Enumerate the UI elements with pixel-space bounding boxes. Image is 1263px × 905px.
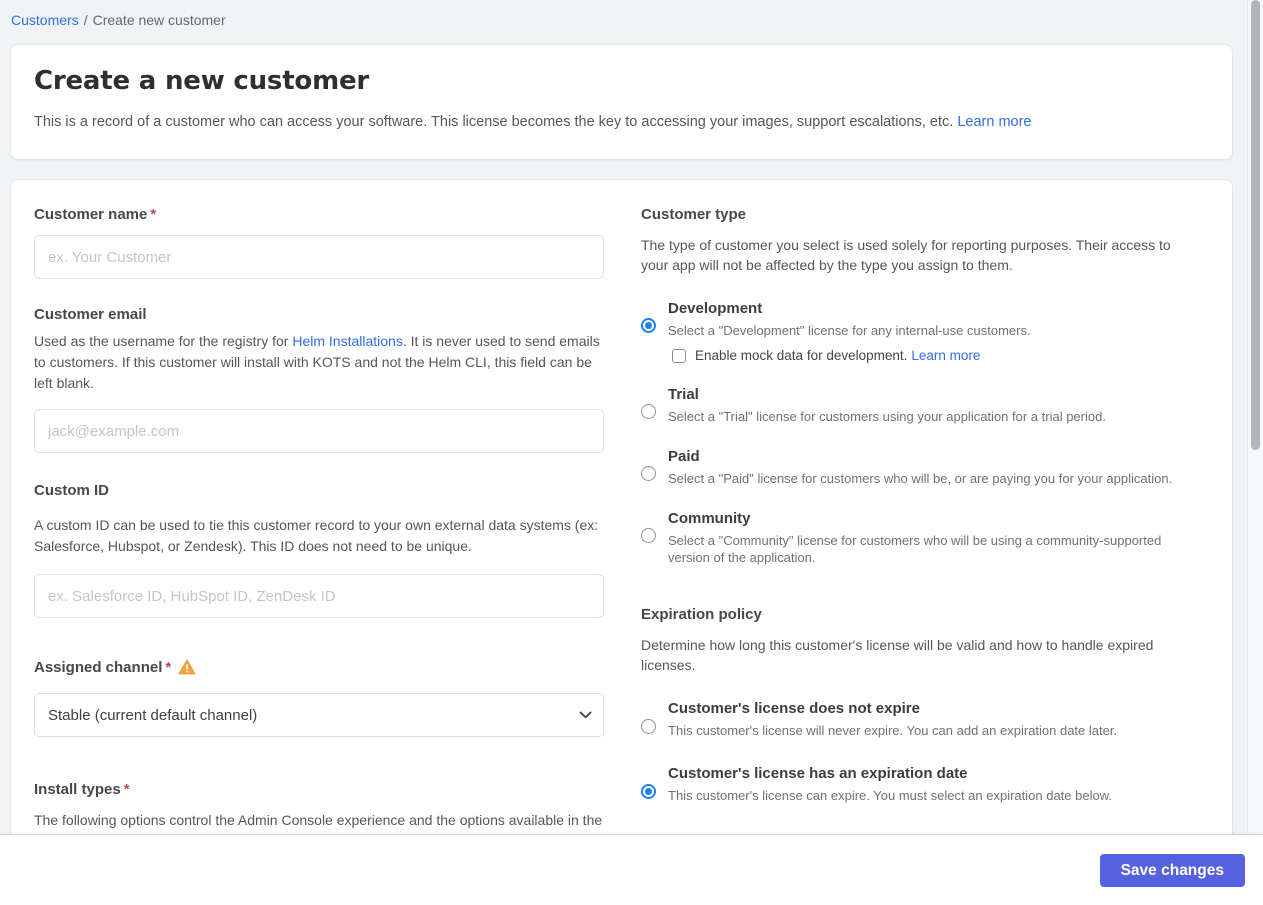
option-title: Trial (668, 386, 699, 403)
assigned-channel-label: Assigned channel (34, 659, 163, 676)
breadcrumb-link-customers[interactable]: Customers (11, 12, 79, 28)
mock-data-checkbox-label: Enable mock data for development. Learn m… (695, 348, 981, 363)
create-customer-form-card: Customer name* Customer email Used as th… (10, 179, 1233, 879)
option-description: This customer's license will never expir… (668, 723, 1118, 738)
custom-id-label: Custom ID (34, 482, 109, 499)
customer-type-option-trial: Trial Select a "Trial" license for custo… (641, 386, 1197, 425)
customer-email-description: Used as the username for the registry fo… (34, 333, 600, 391)
install-types-required-asterisk: * (123, 781, 130, 798)
breadcrumb: Customers / Create new customer (11, 12, 1233, 28)
option-description: Select a "Paid" license for customers wh… (668, 471, 1173, 486)
mock-data-checkbox-row: Enable mock data for development. Learn m… (672, 348, 1197, 363)
customer-type-label: Customer type (641, 206, 747, 223)
form-left-column: Customer name* Customer email Used as th… (34, 206, 604, 852)
customer-type-option-paid: Paid Select a "Paid" license for custome… (641, 448, 1197, 487)
option-description: Select a "Development" license for any i… (668, 323, 1031, 338)
breadcrumb-current: Create new customer (92, 12, 226, 28)
mock-data-checkbox[interactable] (672, 348, 686, 363)
option-description: Select a "Trial" license for customers u… (668, 409, 1106, 424)
customer-type-option-community: Community Select a "Community" license f… (641, 510, 1197, 566)
page-description: This is a record of a customer who can a… (34, 112, 1208, 132)
header-learn-more-link[interactable]: Learn more (957, 114, 1031, 130)
option-description: This customer's license can expire. You … (668, 788, 1112, 803)
option-title: Customer's license does not expire (668, 700, 920, 717)
customer-name-required-asterisk: * (150, 206, 157, 223)
customer-name-input[interactable] (34, 235, 604, 279)
radio-trial[interactable] (641, 404, 656, 419)
page: Customers / Create new customer Create a n… (0, 0, 1263, 879)
page-description-text: This is a record of a customer who can a… (34, 114, 954, 130)
expiration-option-no-expire: Customer's license does not expire This … (641, 700, 1197, 739)
radio-development[interactable] (641, 318, 656, 333)
option-title: Community (668, 510, 751, 527)
expiration-policy-label: Expiration policy (641, 606, 762, 623)
page-scrollbar-thumb[interactable] (1251, 0, 1260, 450)
helm-installations-link[interactable]: Helm Installations (292, 333, 403, 349)
expiration-option-has-expiration: Customer's license has an expiration dat… (641, 765, 1197, 804)
assigned-channel-select[interactable]: Stable (current default channel) (34, 693, 604, 737)
footer-action-bar: Save changes (0, 834, 1263, 905)
customer-email-label: Customer email (34, 306, 147, 323)
customer-name-label: Customer name (34, 206, 148, 223)
radio-license-has-expiration-date[interactable] (641, 784, 656, 799)
assigned-channel-required-asterisk: * (165, 659, 172, 676)
page-header-card: Create a new customer This is a record o… (10, 44, 1233, 160)
page-scrollbar-track[interactable] (1247, 0, 1263, 834)
customer-type-option-development: Development Select a "Development" licen… (641, 300, 1197, 363)
page-title: Create a new customer (34, 66, 370, 96)
custom-id-description: A custom ID can be used to tie this cust… (34, 517, 599, 554)
customer-email-input[interactable] (34, 409, 604, 453)
expiration-policy-description: Determine how long this customer's licen… (641, 637, 1154, 673)
radio-license-does-not-expire[interactable] (641, 719, 656, 734)
option-description: Select a "Community" license for custome… (668, 533, 1162, 565)
radio-paid[interactable] (641, 466, 656, 481)
custom-id-input[interactable] (34, 574, 604, 618)
mock-data-learn-more-link[interactable]: Learn more (911, 348, 980, 363)
option-title: Development (668, 300, 763, 317)
save-changes-button[interactable]: Save changes (1099, 854, 1245, 887)
expiration-policy-section: Expiration policy Determine how long thi… (641, 606, 1197, 804)
radio-community[interactable] (641, 528, 656, 543)
option-title: Customer's license has an expiration dat… (668, 765, 968, 782)
warning-icon (178, 659, 196, 680)
option-title: Paid (668, 448, 700, 465)
customer-type-description: The type of customer you select is used … (641, 237, 1171, 273)
breadcrumb-separator: / (83, 12, 88, 28)
install-types-label: Install types (34, 781, 121, 798)
form-right-column: Customer type The type of customer you s… (641, 206, 1197, 830)
